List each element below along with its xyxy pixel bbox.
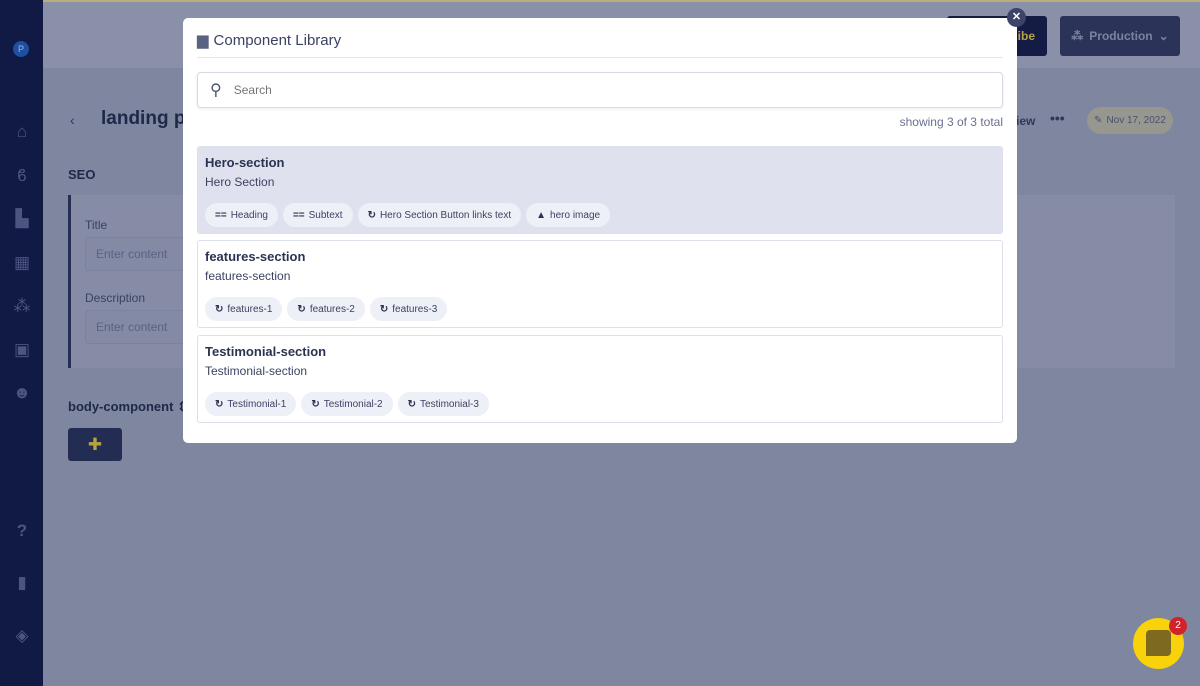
- users-icon[interactable]: ☻: [11, 383, 33, 403]
- environment-label: Production: [1089, 29, 1153, 43]
- pencil-icon: ✎: [1094, 115, 1103, 126]
- text-icon: ==: [215, 209, 227, 221]
- layers-icon[interactable]: ◈: [11, 626, 33, 646]
- description-input[interactable]: Enter content: [85, 310, 195, 344]
- search-box[interactable]: ⚲: [197, 72, 1003, 108]
- add-component-button[interactable]: ✚: [68, 428, 122, 461]
- card-title: features-section: [205, 249, 306, 264]
- component-library-modal: ▆Component Library ⚲ showing 3 of 3 tota…: [183, 18, 1017, 443]
- image-icon: ▲: [536, 209, 547, 221]
- repeat-icon: ↻: [367, 209, 376, 221]
- card-title: Hero-section: [205, 155, 285, 170]
- environment-dropdown[interactable]: ⁂ Production ⌄: [1060, 16, 1180, 56]
- project-avatar[interactable]: P: [13, 41, 29, 57]
- media-icon[interactable]: ▣: [11, 340, 33, 360]
- chip-label: Testimonial-1: [227, 398, 287, 410]
- field-chip[interactable]: == Subtext: [282, 203, 353, 227]
- chip-label: features-2: [309, 303, 355, 315]
- description-label: Description: [85, 291, 146, 305]
- field-chip[interactable]: ↻ features-3: [369, 297, 448, 321]
- repeat-icon: ↻: [215, 398, 224, 410]
- subscribe-label: ibe: [1017, 29, 1035, 43]
- field-chip[interactable]: ↻ Testimonial-1: [205, 392, 297, 416]
- field-chip[interactable]: == Heading: [205, 203, 278, 227]
- repeat-icon: ↻: [215, 303, 224, 315]
- title-label: Title: [85, 218, 108, 232]
- search-input[interactable]: [233, 83, 934, 97]
- chip-label: Testimonial-2: [323, 398, 383, 410]
- table-icon[interactable]: ▦: [11, 253, 33, 273]
- preview-link[interactable]: iew: [1016, 114, 1035, 128]
- field-chip[interactable]: ↻ Hero Section Button links text: [357, 203, 522, 227]
- page-title: landing pa: [101, 108, 196, 129]
- chip-label: features-3: [392, 303, 438, 315]
- page-icon[interactable]: ▙: [11, 209, 33, 229]
- book-icon: ▆: [197, 32, 209, 49]
- modal-title: ▆ Component Library: [197, 31, 342, 50]
- notification-badge: 2: [1169, 617, 1187, 635]
- sidebar: P ⌂ ϐ ▙ ▦ ⁂ ▣ ☻ ? ▮ ◈: [0, 0, 43, 686]
- seo-heading: SEO: [68, 167, 96, 182]
- chip-label: Heading: [230, 209, 268, 221]
- card-subtitle: Testimonial-section: [205, 364, 308, 378]
- date-badge: ✎ Nov 17, 2022: [1087, 107, 1173, 134]
- divider: [197, 57, 1003, 58]
- close-icon[interactable]: ✕: [1007, 8, 1026, 27]
- home-icon[interactable]: ⌂: [11, 122, 33, 142]
- chat-icon: [1146, 630, 1171, 656]
- card-subtitle: Hero Section: [205, 175, 275, 189]
- field-chip[interactable]: ↻ features-2: [287, 297, 365, 321]
- component-card[interactable]: features-section features-section ↻ feature…: [197, 240, 1003, 328]
- repeat-icon: ↻: [407, 398, 417, 410]
- card-subtitle: features-section: [205, 269, 291, 283]
- chip-label: Hero Section Button links text: [379, 209, 512, 221]
- blog-icon[interactable]: ϐ: [11, 166, 33, 186]
- field-chip[interactable]: ↻ Testimonial-3: [397, 392, 489, 416]
- body-component-label: body-component ⇕: [68, 399, 188, 415]
- docs-icon[interactable]: ▮: [11, 573, 33, 593]
- chip-label: features-1: [227, 303, 273, 315]
- chip-label: Subtext: [308, 209, 343, 221]
- repeat-icon: ↻: [311, 398, 320, 410]
- search-icon: ⚲: [210, 82, 222, 99]
- field-chip[interactable]: ▲ hero image: [526, 203, 611, 227]
- body-component-text: body-component: [68, 399, 174, 414]
- result-count: showing 3 of 3 total: [899, 115, 1003, 129]
- chip-label: hero image: [550, 209, 601, 221]
- field-chip[interactable]: ↻ features-1: [205, 297, 283, 321]
- back-icon[interactable]: ‹: [70, 112, 75, 128]
- components-icon[interactable]: ⁂: [11, 296, 33, 316]
- chevron-down-icon: ⌄: [1158, 29, 1169, 43]
- text-icon: ==: [292, 209, 305, 221]
- repeat-icon: ↻: [297, 303, 306, 315]
- component-card[interactable]: Hero-section Hero Section == Heading == Subte…: [197, 146, 1003, 234]
- component-card[interactable]: Testimonial-section Testimonial-section ↻ T…: [197, 335, 1003, 423]
- sitemap-icon: ⁂: [1071, 29, 1084, 43]
- title-input[interactable]: Enter content: [85, 237, 195, 271]
- more-icon[interactable]: •••: [1050, 110, 1065, 126]
- help-icon[interactable]: ?: [11, 521, 33, 541]
- card-title: Testimonial-section: [205, 344, 327, 359]
- modal-title-text: Component Library: [213, 31, 342, 49]
- chip-label: Testimonial-3: [420, 398, 479, 410]
- repeat-icon: ↻: [379, 303, 389, 315]
- field-chip[interactable]: ↻ Testimonial-2: [301, 392, 393, 416]
- date-text: Nov 17, 2022: [1106, 115, 1166, 126]
